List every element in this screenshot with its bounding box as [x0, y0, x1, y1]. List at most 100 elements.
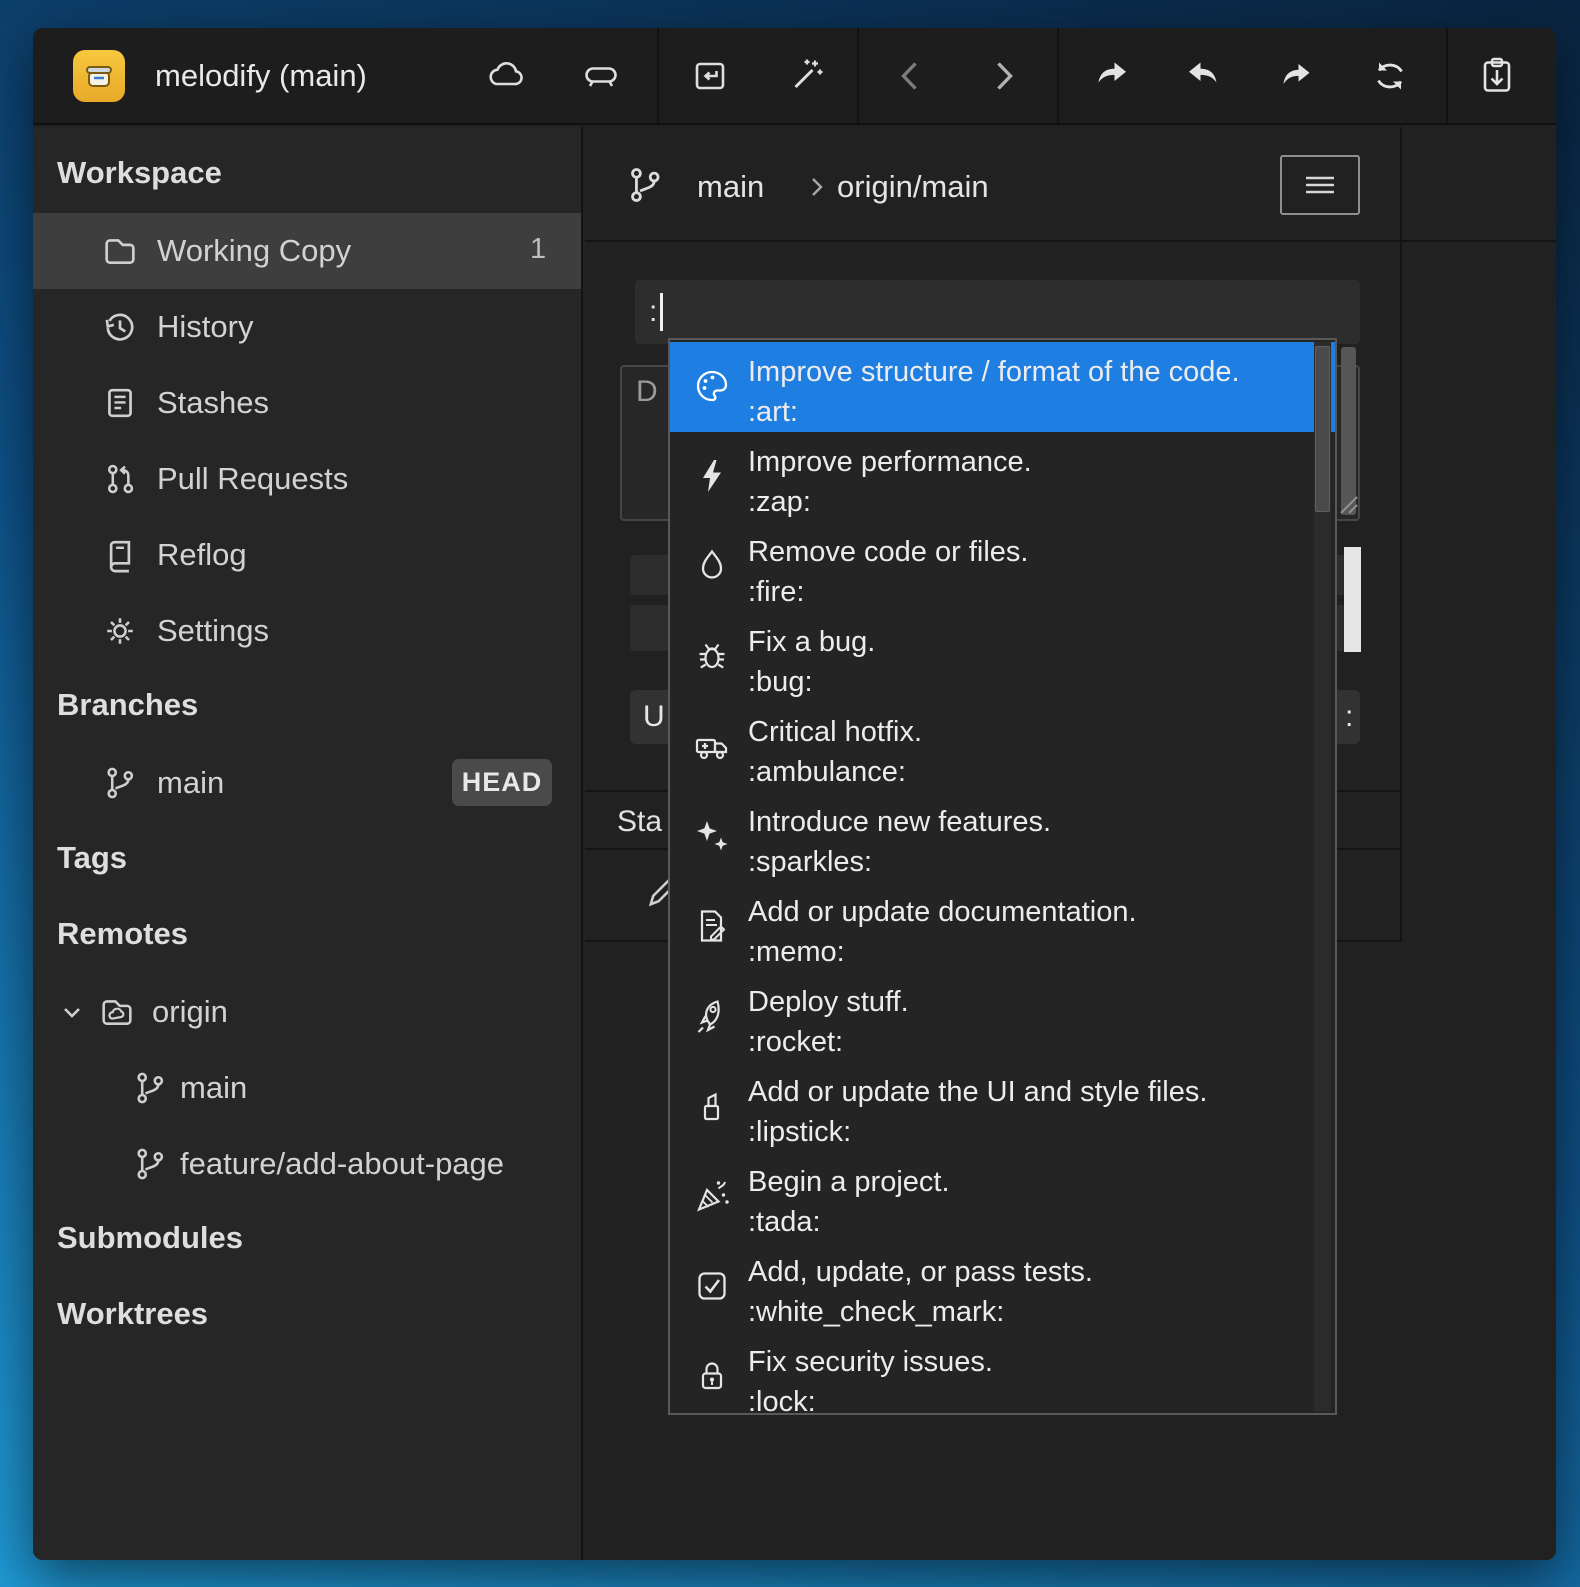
memo-icon — [692, 906, 732, 946]
sidebar-item-reflog[interactable]: Reflog — [33, 517, 581, 593]
branch-icon — [130, 1144, 170, 1184]
menu-button[interactable] — [1280, 155, 1360, 215]
option-title: Fix a bug. — [748, 622, 875, 662]
check-box-icon — [692, 1266, 732, 1306]
sidebar-item-label: Stashes — [157, 385, 269, 421]
reflog-icon — [100, 535, 140, 575]
option-title: Add or update the UI and style files. — [748, 1072, 1207, 1112]
lock-icon — [692, 1356, 732, 1396]
sidebar-section-tags[interactable]: Tags — [33, 822, 581, 898]
option-title: Critical hotfix. — [748, 712, 922, 752]
remote-folder-icon — [97, 992, 137, 1032]
nav-forward-icon[interactable] — [980, 53, 1026, 99]
breadcrumb-upstream[interactable]: origin/main — [837, 169, 989, 205]
cloud-icon[interactable] — [482, 53, 528, 99]
sidebar-item-pull-requests[interactable]: Pull Requests — [33, 441, 581, 517]
option-code: :rocket: — [748, 1022, 843, 1062]
toolbar-separator — [1446, 28, 1448, 123]
sidebar-section-workspace: Workspace — [33, 137, 581, 213]
dropdown-scrollbar-thumb[interactable] — [1315, 346, 1330, 512]
art-palette-icon — [692, 366, 732, 406]
sidebar-section-remotes[interactable]: Remotes — [33, 898, 581, 974]
resize-grip-icon[interactable] — [1335, 491, 1361, 517]
sidebar: Workspace Working Copy 1 History Stashes — [33, 127, 583, 1560]
redo-icon[interactable] — [1272, 53, 1318, 99]
sidebar-item-remote-branch-feature[interactable]: feature/add-about-page — [33, 1126, 581, 1202]
autocomplete-option-fire[interactable]: Remove code or files. :fire: — [670, 522, 1335, 612]
nav-back-icon[interactable] — [888, 53, 934, 99]
option-code: :memo: — [748, 932, 845, 972]
sidebar-item-stashes[interactable]: Stashes — [33, 365, 581, 441]
autocomplete-option-zap[interactable]: Improve performance. :zap: — [670, 432, 1335, 522]
lipstick-icon — [692, 1086, 732, 1126]
option-title: Introduce new features. — [748, 802, 1051, 842]
dropdown-scrollbar[interactable] — [1314, 342, 1331, 1411]
drive-icon[interactable] — [578, 53, 624, 99]
divider — [585, 240, 1556, 242]
option-title: Remove code or files. — [748, 532, 1028, 572]
breadcrumb-chevron-icon — [803, 173, 831, 201]
rocket-icon — [692, 996, 732, 1036]
autocomplete-option-bug[interactable]: Fix a bug. :bug: — [670, 612, 1335, 702]
option-title: Fix security issues. — [748, 1342, 993, 1382]
gitmoji-autocomplete-dropdown: Improve structure / format of the code. … — [668, 338, 1337, 1415]
autocomplete-option-lock[interactable]: Fix security issues. :lock: — [670, 1332, 1335, 1415]
autocomplete-option-sparkles[interactable]: Introduce new features. :sparkles: — [670, 792, 1335, 882]
option-title: Improve performance. — [748, 442, 1032, 482]
sidebar-section-branches[interactable]: Branches — [33, 669, 581, 745]
share-icon[interactable] — [1088, 53, 1134, 99]
magic-wand-icon[interactable] — [783, 53, 829, 99]
sidebar-item-branch-main[interactable]: main HEAD — [33, 745, 581, 821]
autocomplete-option-white-check-mark[interactable]: Add, update, or pass tests. :white_check… — [670, 1242, 1335, 1332]
undo-icon[interactable] — [1181, 53, 1227, 99]
titlebar[interactable]: melodify (main) — [33, 28, 1556, 125]
sidebar-item-label: Settings — [157, 613, 269, 649]
autocomplete-option-lipstick[interactable]: Add or update the UI and style files. :l… — [670, 1062, 1335, 1152]
option-title: Begin a project. — [748, 1162, 950, 1202]
autocomplete-option-rocket[interactable]: Deploy stuff. :rocket: — [670, 972, 1335, 1062]
sidebar-item-label: History — [157, 309, 253, 345]
autocomplete-option-memo[interactable]: Add or update documentation. :memo: — [670, 882, 1335, 972]
sidebar-item-remote-origin[interactable]: origin — [33, 974, 581, 1050]
breadcrumb-branch[interactable]: main — [697, 169, 764, 205]
autocomplete-option-ambulance[interactable]: Critical hotfix. :ambulance: — [670, 702, 1335, 792]
hamburger-icon — [1298, 169, 1342, 201]
description-scrollbar-thumb[interactable] — [1341, 347, 1356, 515]
hidden-control-fragment — [1344, 547, 1361, 652]
submodules-header: Submodules — [57, 1220, 243, 1256]
option-code: :ambulance: — [748, 752, 906, 792]
folder-icon — [100, 231, 140, 271]
option-code: :lipstick: — [748, 1112, 851, 1152]
option-title: Improve structure / format of the code. — [748, 352, 1240, 392]
commit-summary-input[interactable]: : — [635, 280, 1360, 344]
branches-header: Branches — [57, 687, 198, 723]
bug-icon — [692, 636, 732, 676]
sidebar-item-working-copy[interactable]: Working Copy 1 — [33, 213, 581, 289]
history-icon — [100, 307, 140, 347]
clipboard-download-icon[interactable] — [1474, 53, 1520, 99]
option-code: :fire: — [748, 572, 804, 612]
option-code: :bug: — [748, 662, 813, 702]
remote-branch-label: main — [180, 1070, 247, 1106]
lightning-icon — [692, 456, 732, 496]
commit-icon[interactable] — [687, 53, 733, 99]
branch-icon — [130, 1068, 170, 1108]
remotes-header: Remotes — [57, 916, 188, 952]
working-copy-count-badge: 1 — [530, 233, 546, 266]
button-label-fragment: U — [643, 700, 665, 734]
description-fragment: D — [636, 375, 658, 408]
option-code: :white_check_mark: — [748, 1292, 1004, 1332]
autocomplete-option-tada[interactable]: Begin a project. :tada: — [670, 1152, 1335, 1242]
sidebar-section-worktrees[interactable]: Worktrees — [33, 1278, 581, 1354]
option-code: :zap: — [748, 482, 811, 522]
sidebar-section-submodules[interactable]: Submodules — [33, 1202, 581, 1278]
option-title: Add or update documentation. — [748, 892, 1137, 932]
sidebar-item-settings[interactable]: Settings — [33, 593, 581, 669]
panel-divider[interactable] — [1400, 127, 1402, 940]
chevron-down-icon[interactable] — [57, 998, 87, 1028]
sidebar-item-remote-branch-main[interactable]: main — [33, 1050, 581, 1126]
autocomplete-option-art[interactable]: Improve structure / format of the code. … — [670, 342, 1335, 432]
sidebar-item-history[interactable]: History — [33, 289, 581, 365]
sync-icon[interactable] — [1367, 53, 1413, 99]
app-icon — [73, 50, 125, 102]
